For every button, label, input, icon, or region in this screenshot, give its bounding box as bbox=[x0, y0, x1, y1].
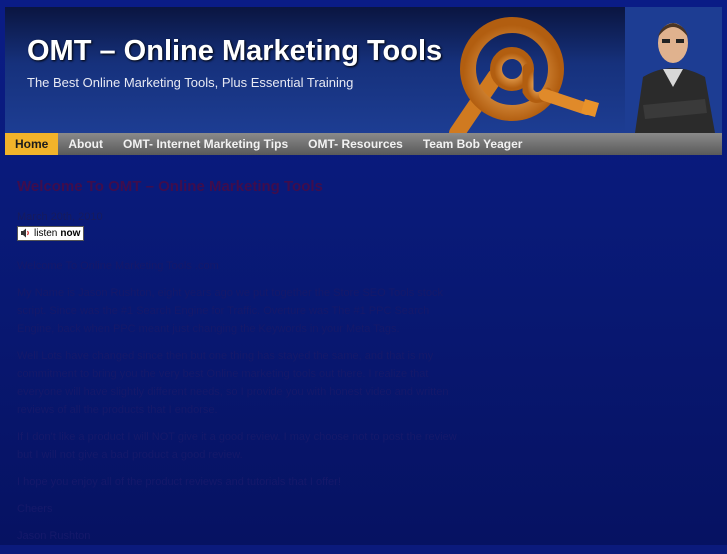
nav-item-internet-marketing-tips[interactable]: OMT- Internet Marketing Tips bbox=[113, 133, 298, 155]
post-paragraph: Well Lots have changed since then but on… bbox=[17, 350, 449, 416]
at-sign-wrench-icon bbox=[449, 17, 599, 133]
nav-item-about[interactable]: About bbox=[58, 133, 113, 155]
listen-now-button[interactable]: listen now bbox=[17, 225, 85, 241]
listen-label: listen bbox=[34, 227, 58, 239]
nav-item-resources[interactable]: OMT- Resources bbox=[298, 133, 413, 155]
nav-item-team-bob-yeager[interactable]: Team Bob Yeager bbox=[413, 133, 533, 155]
post-paragraph: My Name is Jason Rushton, eight years ag… bbox=[17, 287, 443, 335]
post-paragraph: If I don't like a product I will NOT giv… bbox=[17, 431, 457, 461]
post-signature: Jason Rushton bbox=[17, 530, 91, 542]
post-date: March 20th, 2010 bbox=[17, 211, 103, 223]
post-paragraph: Welcome To Online Marketing Tools .com bbox=[17, 260, 219, 272]
site-header: OMT – Online Marketing Tools The Best On… bbox=[5, 7, 722, 133]
main-content: Welcome To OMT – Online Marketing Tools … bbox=[17, 178, 467, 554]
main-navigation: Home About OMT- Internet Marketing Tips … bbox=[5, 133, 722, 155]
author-photo bbox=[625, 7, 722, 133]
post-paragraph: I hope you enjoy all of the product revi… bbox=[17, 476, 341, 488]
nav-item-home[interactable]: Home bbox=[5, 133, 59, 155]
post-title[interactable]: Welcome To OMT – Online Marketing Tools bbox=[17, 178, 467, 195]
speaker-icon bbox=[21, 228, 29, 238]
page: OMT – Online Marketing Tools The Best On… bbox=[0, 0, 727, 545]
site-tagline: The Best Online Marketing Tools, Plus Es… bbox=[27, 75, 354, 90]
site-title[interactable]: OMT – Online Marketing Tools bbox=[27, 35, 442, 68]
now-label: now bbox=[60, 227, 81, 239]
post-paragraph: Cheers bbox=[17, 503, 53, 515]
